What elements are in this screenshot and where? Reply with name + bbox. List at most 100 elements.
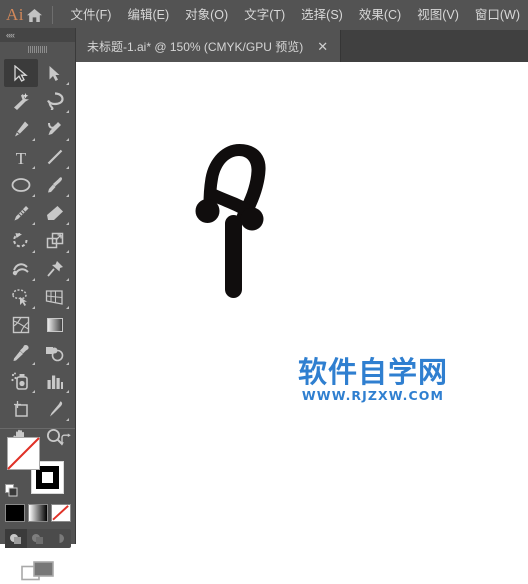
magic-wand-tool[interactable] xyxy=(4,87,38,115)
white-arrow-cursor-icon xyxy=(48,65,61,82)
fill-swatch[interactable] xyxy=(7,437,40,470)
tool-flyout-indicator xyxy=(66,110,69,113)
paint-mode-row xyxy=(5,504,71,522)
tool-flyout-indicator xyxy=(66,82,69,85)
mesh-tool[interactable] xyxy=(4,311,38,339)
tool-flyout-indicator xyxy=(66,194,69,197)
gradient-icon xyxy=(46,316,64,334)
slice-tool[interactable] xyxy=(38,395,72,423)
menu-effect[interactable]: 效果(C) xyxy=(351,5,409,26)
draw-inside-icon xyxy=(53,533,66,545)
draw-normal-button[interactable] xyxy=(5,529,27,548)
tool-flyout-indicator xyxy=(66,278,69,281)
tool-flyout-indicator xyxy=(32,250,35,253)
type-T-icon: T xyxy=(13,149,29,166)
screen-mode-button[interactable] xyxy=(5,558,71,584)
none-mode-button[interactable] xyxy=(51,504,71,522)
draw-normal-icon xyxy=(9,533,22,545)
gradient-tool[interactable] xyxy=(38,311,72,339)
menu-type[interactable]: 文字(T) xyxy=(236,5,293,26)
scale-tool[interactable] xyxy=(38,227,72,255)
blend-icon xyxy=(45,345,64,362)
artboard-tool[interactable] xyxy=(4,395,38,423)
selection-tool[interactable] xyxy=(4,59,38,87)
menu-bar: Ai 文件(F) 编辑(E) 对象(O) 文字(T) 选择(S) 效果(C) 视… xyxy=(0,0,528,30)
scale-boxes-icon xyxy=(46,232,64,250)
lasso-tool[interactable] xyxy=(38,87,72,115)
tool-grid: T xyxy=(0,56,75,451)
tool-flyout-indicator xyxy=(32,166,35,169)
swap-arrow-icon xyxy=(59,433,73,447)
width-warp-icon xyxy=(12,260,30,278)
menu-window[interactable]: 窗口(W) xyxy=(467,5,528,26)
eyedropper-icon xyxy=(12,344,30,362)
collapse-panel-icon[interactable]: «« xyxy=(6,31,14,40)
rotate-tool[interactable] xyxy=(4,227,38,255)
screen-mode-icon xyxy=(21,559,55,583)
curvature-pen-icon xyxy=(46,120,64,138)
line-segment-tool[interactable] xyxy=(38,143,72,171)
eraser-icon xyxy=(46,204,64,222)
perspective-grid-tool[interactable] xyxy=(38,283,72,311)
menu-view[interactable]: 视图(V) xyxy=(409,5,467,26)
ellipse-tool[interactable] xyxy=(4,171,38,199)
illustrator-window: Ai 文件(F) 编辑(E) 对象(O) 文字(T) 选择(S) 效果(C) 视… xyxy=(0,0,528,544)
menu-object[interactable]: 对象(O) xyxy=(177,5,236,26)
document-tab-bar: 未标题-1.ai* @ 150% (CMYK/GPU 预览) ✕ xyxy=(75,30,528,62)
symbol-sprayer-icon xyxy=(11,372,30,390)
watermark-url: WWW.RJZXW.COM xyxy=(288,388,458,403)
width-tool[interactable] xyxy=(4,255,38,283)
panel-grip[interactable] xyxy=(0,42,75,56)
tool-flyout-indicator xyxy=(66,418,69,421)
svg-text:T: T xyxy=(15,149,26,166)
stroke-hole xyxy=(42,472,53,483)
column-graph-tool[interactable] xyxy=(38,367,72,395)
eraser-tool[interactable] xyxy=(38,199,72,227)
tools-panel: «« xyxy=(0,28,76,544)
draw-inside-button[interactable] xyxy=(49,529,71,548)
eyedropper-tool[interactable] xyxy=(4,339,38,367)
type-tool[interactable]: T xyxy=(4,143,38,171)
paintbrush-tool[interactable] xyxy=(38,171,72,199)
draw-mode-row xyxy=(5,529,71,548)
gradient-mode-button[interactable] xyxy=(28,504,48,522)
pen-tool[interactable] xyxy=(4,115,38,143)
tool-flyout-indicator xyxy=(66,250,69,253)
document-tab[interactable]: 未标题-1.ai* @ 150% (CMYK/GPU 预览) ✕ xyxy=(75,30,341,62)
paintbrush-icon xyxy=(46,176,64,194)
shape-builder-tool[interactable] xyxy=(4,283,38,311)
letter-a-artwork[interactable] xyxy=(195,142,267,302)
tools-panel-header[interactable]: «« xyxy=(0,28,75,42)
tool-flyout-indicator xyxy=(32,306,35,309)
shape-builder-icon xyxy=(11,289,31,306)
artboard-icon xyxy=(12,400,30,418)
watermark: 软件自学网 WWW.RJZXW.COM xyxy=(288,357,458,403)
rotate-icon xyxy=(12,232,30,250)
none-slash-small-icon xyxy=(52,505,70,521)
bar-chart-icon xyxy=(46,373,64,390)
draw-behind-button[interactable] xyxy=(27,529,49,548)
canvas-area[interactable]: 软件自学网 WWW.RJZXW.COM xyxy=(75,62,528,544)
symbol-sprayer-tool[interactable] xyxy=(4,367,38,395)
color-mode-button[interactable] xyxy=(5,504,25,522)
menu-edit[interactable]: 编辑(E) xyxy=(119,5,177,26)
curvature-tool[interactable] xyxy=(38,115,72,143)
free-transform-tool[interactable] xyxy=(38,255,72,283)
tool-flyout-indicator xyxy=(66,166,69,169)
direct-selection-tool[interactable] xyxy=(38,59,72,87)
tool-flyout-indicator xyxy=(32,138,35,141)
app-logo: Ai xyxy=(0,5,24,25)
close-icon[interactable]: ✕ xyxy=(315,40,330,53)
tool-flyout-indicator xyxy=(66,306,69,309)
color-controls xyxy=(0,428,75,584)
menu-select[interactable]: 选择(S) xyxy=(293,5,351,26)
watermark-title: 软件自学网 xyxy=(288,357,458,387)
blend-tool[interactable] xyxy=(38,339,72,367)
pencil-shaper-icon xyxy=(12,204,30,222)
document-tab-title: 未标题-1.ai* @ 150% (CMYK/GPU 预览) xyxy=(87,38,303,55)
mesh-icon xyxy=(12,316,30,334)
ellipse-icon xyxy=(11,177,31,193)
menu-file[interactable]: 文件(F) xyxy=(63,5,120,26)
shaper-tool[interactable] xyxy=(4,199,38,227)
home-icon[interactable] xyxy=(26,0,44,30)
